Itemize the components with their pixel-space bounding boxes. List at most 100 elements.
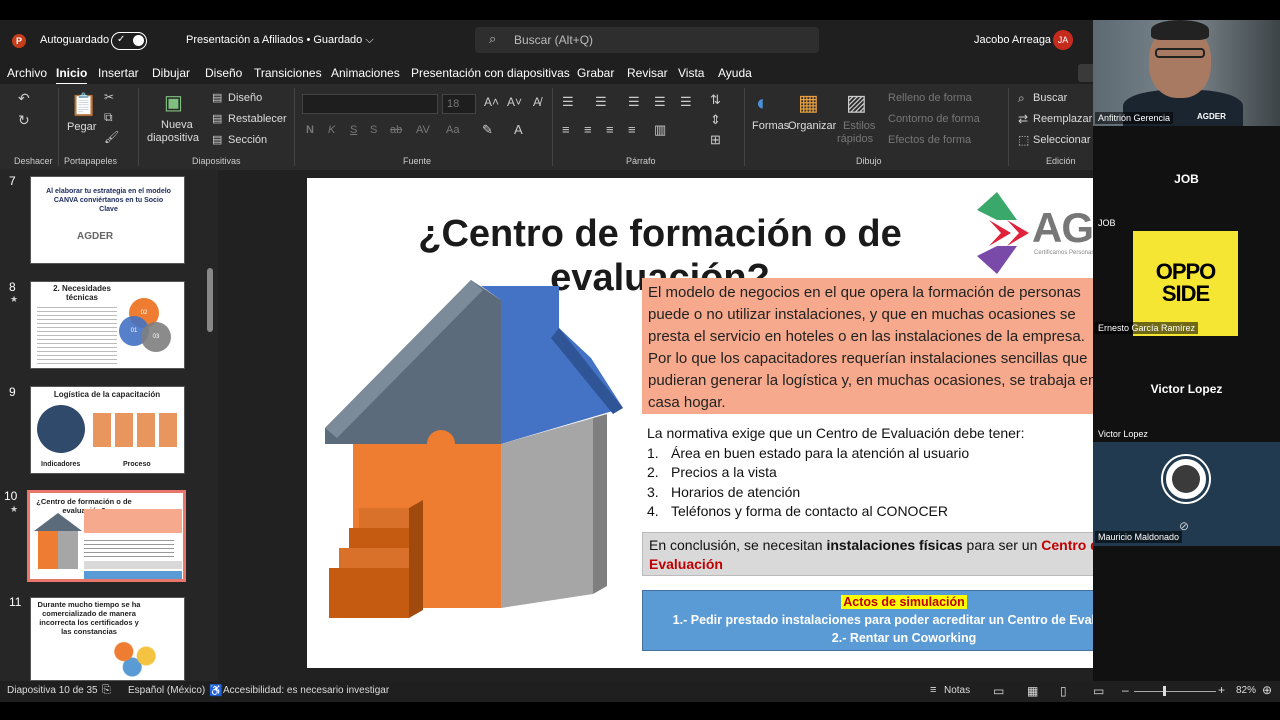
user-name[interactable]: Jacobo Arreaga	[974, 34, 1051, 46]
zoom-slider-thumb[interactable]	[1163, 686, 1166, 696]
spellcheck-icon[interactable]: ⎘	[102, 684, 111, 697]
strike-button[interactable]: ab	[390, 124, 402, 136]
highlight-icon[interactable]: ✎	[482, 122, 493, 138]
line-spacing-icon[interactable]: ☰	[680, 94, 692, 110]
replace-button[interactable]: Reemplazar	[1033, 113, 1092, 125]
record-icon[interactable]	[1078, 64, 1093, 82]
columns-icon[interactable]: ▥	[654, 122, 666, 138]
arrange-button[interactable]: Organizar	[788, 120, 836, 132]
reset-button[interactable]: Restablecer	[228, 113, 287, 125]
bold-button[interactable]: N	[306, 124, 314, 136]
thumbnail-slide-7[interactable]: Al elaborar tu estrategia en el modelo C…	[30, 176, 185, 264]
fit-slide-icon[interactable]: ⊕	[1262, 683, 1272, 697]
new-slide-icon[interactable]: ▣	[164, 90, 183, 115]
layout-button[interactable]: Diseño	[228, 92, 262, 104]
justify-icon[interactable]: ≡	[628, 122, 636, 137]
zoom-level[interactable]: 82%	[1236, 685, 1256, 696]
select-button[interactable]: Seleccionar	[1033, 134, 1090, 146]
copy-icon[interactable]: ⧉	[104, 110, 113, 125]
slideshow-icon[interactable]: ▭	[1093, 684, 1104, 698]
tab-ayuda[interactable]: Ayuda	[718, 66, 752, 80]
thumbnail-slide-11[interactable]: Durante mucho tiempo se ha comercializad…	[30, 597, 185, 681]
find-button[interactable]: Buscar	[1033, 92, 1067, 104]
notes-icon[interactable]: ≡	[930, 684, 936, 696]
shape-outline-button[interactable]: Contorno de forma	[888, 113, 980, 125]
zoom-out-icon[interactable]: –	[1122, 683, 1129, 697]
slide-sorter-icon[interactable]: ▦	[1027, 684, 1038, 698]
thumbnail-slide-10[interactable]: ¿Centro de formación o de evaluación?	[27, 490, 186, 582]
tab-transiciones[interactable]: Transiciones	[254, 66, 322, 80]
conclusion-textbox[interactable]: En conclusión, se necesitan instalacione…	[642, 532, 1166, 576]
change-case-button[interactable]: Aa	[446, 124, 459, 136]
bullets-icon[interactable]: ☰	[562, 94, 574, 110]
clear-format-icon[interactable]: A̸	[533, 95, 541, 109]
align-left-icon[interactable]: ≡	[562, 122, 570, 137]
paste-button[interactable]: Pegar	[67, 121, 96, 133]
thumbnail-slide-9[interactable]: Logística de la capacitación Indicadores…	[30, 386, 185, 474]
arrange-icon[interactable]: ▦	[798, 90, 819, 116]
spacing-button[interactable]: AV	[416, 124, 430, 136]
thumbnail-slide-8[interactable]: 2. Necesidades técnicas 02 01 03	[30, 281, 185, 369]
shapes-icon[interactable]: ◐	[756, 90, 769, 116]
font-name-input[interactable]	[302, 94, 438, 114]
italic-button[interactable]: K	[328, 124, 335, 136]
underline-button[interactable]: S	[350, 124, 357, 136]
accessibility-label[interactable]: Accesibilidad: es necesario investigar	[223, 685, 389, 696]
text-direction-icon[interactable]: ⇅	[710, 92, 721, 108]
tab-vista[interactable]: Vista	[678, 66, 704, 80]
zoom-in-icon[interactable]: +	[1218, 683, 1225, 697]
shape-effects-button[interactable]: Efectos de forma	[888, 134, 971, 146]
quick-styles-label-1[interactable]: Estilos	[843, 120, 875, 132]
align-right-icon[interactable]: ≡	[606, 122, 614, 137]
new-slide-label-2[interactable]: diapositiva	[147, 132, 199, 144]
align-center-icon[interactable]: ≡	[584, 122, 592, 137]
language-label[interactable]: Español (México)	[128, 685, 205, 696]
tab-insertar[interactable]: Insertar	[98, 66, 139, 80]
tab-presentacion[interactable]: Presentación con diapositivas	[411, 66, 570, 80]
cut-icon[interactable]: ✂	[104, 90, 114, 104]
shrink-font-icon[interactable]: A˅	[507, 95, 522, 109]
shape-fill-button[interactable]: Relleno de forma	[888, 92, 972, 104]
increase-indent-icon[interactable]: ☰	[654, 94, 666, 110]
simulation-acts-box[interactable]: Actos de simulación 1.- Pedir prestado i…	[642, 590, 1166, 651]
shapes-button[interactable]: Formas	[752, 120, 789, 132]
shadow-button[interactable]: S	[370, 124, 377, 136]
smartart-icon[interactable]: ⊞	[710, 132, 721, 148]
decrease-indent-icon[interactable]: ☰	[628, 94, 640, 110]
avatar[interactable]: JA	[1053, 30, 1073, 50]
obs-camera-tile[interactable]: ⊘ Mauricio Maldonado	[1093, 442, 1280, 546]
requirements-list[interactable]: La normativa exige que un Centro de Eval…	[647, 424, 1024, 522]
align-text-icon[interactable]: ⇕	[710, 112, 721, 128]
new-slide-label-1[interactable]: Nueva	[161, 119, 193, 131]
section-button[interactable]: Sección	[228, 134, 267, 146]
search-input[interactable]: ⌕ Buscar (Alt+Q)	[475, 27, 819, 53]
zoom-slider[interactable]	[1134, 691, 1216, 692]
tab-archivo[interactable]: Archivo	[7, 66, 47, 80]
numbering-icon[interactable]: ☰	[595, 94, 607, 110]
font-color-icon[interactable]: A	[514, 122, 523, 137]
tab-grabar[interactable]: Grabar	[577, 66, 614, 80]
undo-icon[interactable]: ↶	[18, 90, 30, 107]
host-camera-tile[interactable]: AGDER Anfitrión Gerencia	[1093, 20, 1280, 126]
tab-revisar[interactable]: Revisar	[627, 66, 668, 80]
slide[interactable]: ¿Centro de formación o de evaluación? AG…	[307, 178, 1180, 668]
tab-animaciones[interactable]: Animaciones	[331, 66, 400, 80]
business-model-textbox[interactable]: El modelo de negocios en el que opera la…	[642, 278, 1102, 414]
reading-view-icon[interactable]: ▯	[1060, 684, 1067, 698]
quick-styles-icon[interactable]: ▨	[846, 90, 867, 116]
tab-inicio[interactable]: Inicio	[56, 66, 88, 85]
font-size-input[interactable]: 18	[442, 94, 476, 114]
thumbnails-scrollbar[interactable]	[204, 170, 216, 681]
grow-font-icon[interactable]: A˄	[484, 95, 499, 109]
slide-counter[interactable]: Diapositiva 10 de 35	[7, 685, 98, 696]
redo-icon[interactable]: ↻	[18, 112, 30, 129]
paste-icon[interactable]: 📋	[70, 92, 97, 118]
normal-view-icon[interactable]: ▭	[993, 684, 1004, 698]
notes-button[interactable]: Notas	[944, 685, 970, 696]
tab-dibujar[interactable]: Dibujar	[152, 66, 190, 80]
tab-diseno[interactable]: Diseño	[205, 66, 242, 80]
autosave-toggle[interactable]: ✓	[111, 32, 147, 50]
accessibility-icon[interactable]: ♿	[209, 684, 223, 697]
document-title[interactable]: Presentación a Afiliados • Guardado ⌵	[186, 34, 374, 47]
quick-styles-label-2[interactable]: rápidos	[837, 133, 873, 145]
